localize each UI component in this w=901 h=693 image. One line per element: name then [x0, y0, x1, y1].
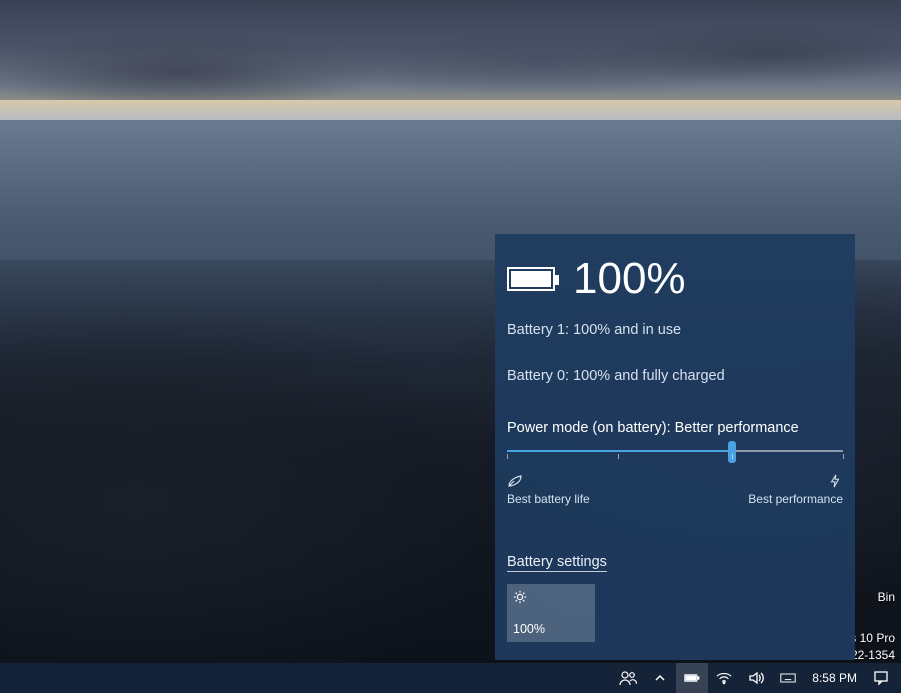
- battery-flyout: 100% Battery 1: 100% and in use Battery …: [495, 234, 855, 660]
- slider-left-label: Best battery life: [507, 474, 590, 506]
- recycle-bin-label[interactable]: Bin: [878, 590, 895, 604]
- people-icon[interactable]: [612, 663, 644, 693]
- action-center-icon[interactable]: [865, 663, 897, 693]
- power-mode-slider[interactable]: [507, 450, 843, 452]
- battery-header: 100%: [507, 254, 843, 304]
- volume-icon[interactable]: [740, 663, 772, 693]
- brightness-value: 100%: [513, 622, 589, 636]
- power-mode-label: Power mode (on battery): Better performa…: [507, 420, 843, 436]
- best-performance-label: Best performance: [748, 492, 843, 506]
- battery-tray-icon[interactable]: [676, 663, 708, 693]
- brightness-tile[interactable]: 100%: [507, 584, 595, 642]
- bolt-icon: [827, 474, 843, 488]
- keyboard-icon[interactable]: [772, 663, 804, 693]
- leaf-icon: [507, 474, 523, 488]
- battery-0-status: Battery 0: 100% and fully charged: [507, 368, 843, 384]
- battery-settings-link[interactable]: Battery settings: [507, 554, 607, 572]
- battery-large-icon: [507, 267, 555, 291]
- battery-1-status: Battery 1: 100% and in use: [507, 322, 843, 338]
- taskbar: 8:58 PM: [0, 663, 901, 693]
- battery-percent: 100%: [573, 254, 686, 304]
- windows-edition-text: s 10 Pro: [850, 631, 895, 645]
- best-battery-label: Best battery life: [507, 492, 590, 506]
- windows-build-text: 22-1354: [851, 648, 895, 662]
- brightness-icon: [513, 590, 527, 604]
- taskbar-clock[interactable]: 8:58 PM: [804, 671, 865, 685]
- system-tray: 8:58 PM: [612, 663, 897, 693]
- wifi-icon[interactable]: [708, 663, 740, 693]
- chevron-up-icon[interactable]: [644, 663, 676, 693]
- slider-right-label: Best performance: [748, 474, 843, 506]
